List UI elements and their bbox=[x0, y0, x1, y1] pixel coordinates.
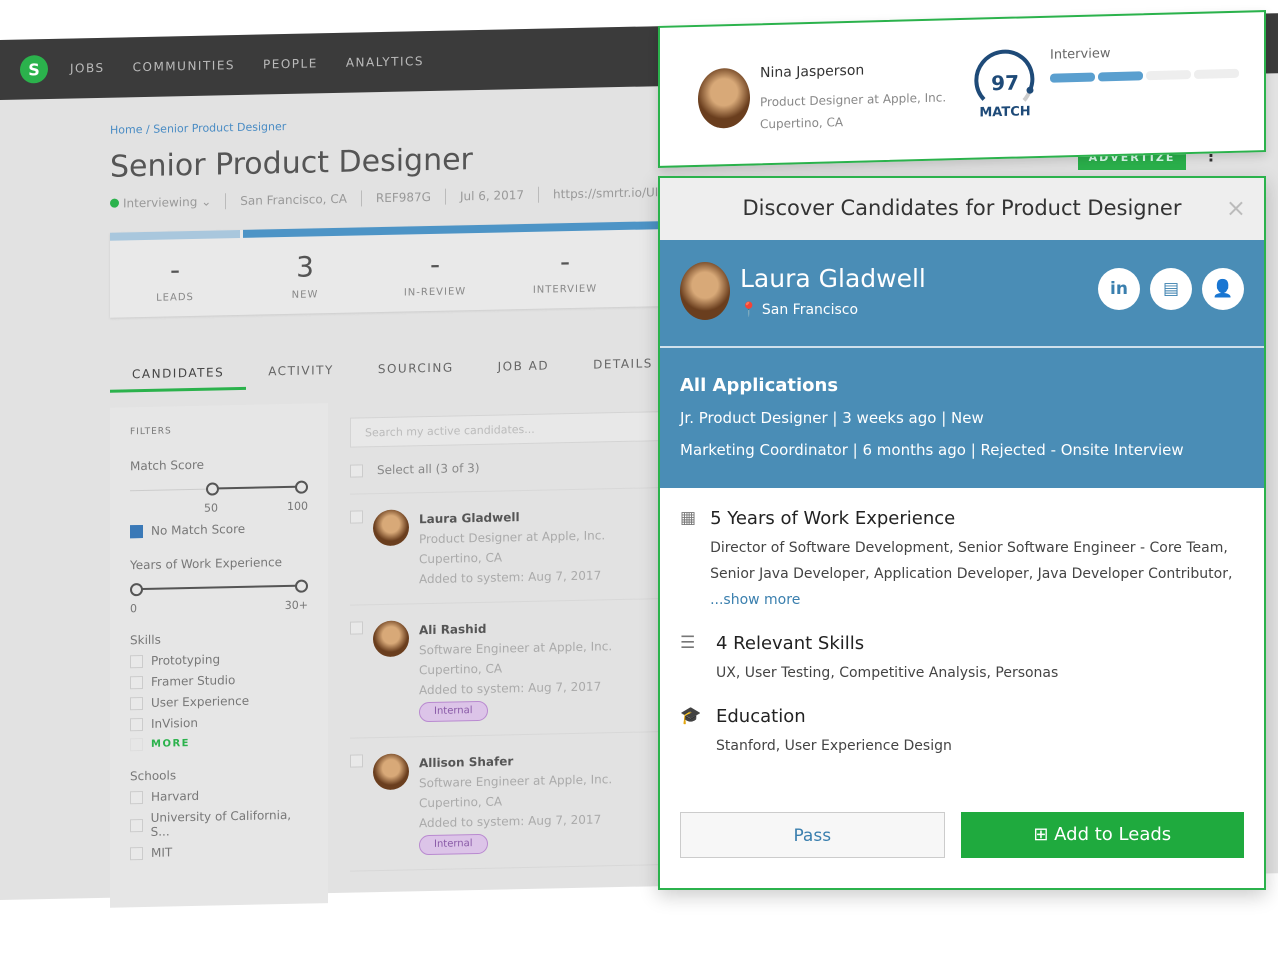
years-max: 30+ bbox=[284, 598, 308, 613]
job-location: San Francisco, CA bbox=[240, 191, 347, 208]
pipeline: - LEADS 3 NEW - IN-REVIEW - INTERVIEW bbox=[110, 220, 670, 318]
stage-label: Interview bbox=[1050, 46, 1111, 63]
resume-document-icon[interactable]: ▤ bbox=[1150, 268, 1192, 310]
job-ref: REF987G bbox=[375, 189, 431, 206]
location-pin-icon: 📍 bbox=[740, 302, 758, 318]
job-url[interactable]: https://smrtr.io/UIO bbox=[553, 185, 668, 201]
profile-location: San Francisco bbox=[761, 302, 859, 318]
skill-checkbox[interactable]: User Experience bbox=[130, 693, 308, 711]
status-label: Interviewing bbox=[123, 194, 198, 211]
stage-interview[interactable]: - INTERVIEW bbox=[500, 230, 630, 297]
profile-user-icon[interactable]: 👤 bbox=[1202, 268, 1244, 310]
breadcrumb-current[interactable]: Senior Product Designer bbox=[153, 120, 286, 136]
discover-candidates-modal: Discover Candidates for Product Designer… bbox=[658, 176, 1266, 890]
skills-label: Skills bbox=[130, 632, 161, 648]
add-to-leads-button[interactable]: ⊞ Add to Leads bbox=[960, 812, 1244, 858]
years-slider[interactable] bbox=[130, 579, 308, 599]
page-title: Senior Product Designer bbox=[110, 142, 473, 185]
chevron-down-icon: ⌄ bbox=[201, 194, 212, 209]
tab-job-ad[interactable]: JOB AD bbox=[476, 358, 571, 385]
stage-in-review[interactable]: - IN-REVIEW bbox=[370, 233, 500, 300]
experience-section: ▦ 5 Years of Work Experience Director of S… bbox=[660, 488, 1264, 613]
school-checkbox[interactable]: University of California, S... bbox=[130, 808, 308, 840]
list-item[interactable]: Allison Shafer Software Engineer at Apple… bbox=[350, 732, 660, 872]
filters-panel: FILTERS Match Score 50 100 No Match Score… bbox=[110, 403, 328, 908]
match-label: MATCH bbox=[979, 104, 1031, 121]
stage-new[interactable]: 3 NEW bbox=[240, 235, 370, 302]
skills-section: ☰ 4 Relevant Skills UX, User Testing, Comp… bbox=[660, 613, 1264, 686]
years-label: Years of Work Experience bbox=[130, 555, 282, 573]
avatar bbox=[698, 67, 750, 129]
building-icon: ▦ bbox=[680, 508, 697, 528]
linkedin-icon[interactable]: in bbox=[1098, 268, 1140, 310]
card-name: Nina Jasperson bbox=[760, 62, 865, 82]
nav-people[interactable]: PEOPLE bbox=[263, 56, 318, 71]
list-icon: ☰ bbox=[680, 633, 696, 653]
job-meta: Interviewing ⌄ San Francisco, CA REF987G… bbox=[110, 184, 668, 212]
job-date: Jul 6, 2017 bbox=[459, 188, 525, 204]
profile-name: Laura Gladwell bbox=[740, 264, 926, 293]
profile-header: Laura Gladwell 📍 San Francisco in ▤ 👤 bbox=[660, 240, 1264, 348]
skill-checkbox[interactable]: Prototyping bbox=[130, 651, 308, 669]
breadcrumb-home[interactable]: Home bbox=[110, 123, 142, 137]
match-score-slider[interactable] bbox=[130, 480, 308, 500]
skill-checkbox[interactable]: Framer Studio bbox=[130, 672, 308, 690]
avatar bbox=[373, 753, 409, 791]
nav-communities[interactable]: COMMUNITIES bbox=[133, 58, 235, 74]
match-score: 97 bbox=[991, 70, 1019, 96]
no-match-checkbox[interactable]: No Match Score bbox=[130, 521, 308, 539]
nav-jobs[interactable]: JOBS bbox=[70, 61, 105, 76]
add-briefcase-icon: ⊞ bbox=[1033, 824, 1049, 845]
logo[interactable]: S bbox=[20, 54, 48, 84]
internal-badge: Internal bbox=[419, 700, 488, 723]
nav-analytics[interactable]: ANALYTICS bbox=[346, 54, 424, 70]
candidate-list: Search my active candidates... Select al… bbox=[350, 411, 660, 872]
filters-heading: FILTERS bbox=[130, 426, 172, 438]
show-more-link[interactable]: ...show more bbox=[710, 592, 800, 608]
apps-heading: All Applications bbox=[680, 375, 839, 396]
tab-sourcing[interactable]: SOURCING bbox=[356, 360, 476, 388]
schools-label: Schools bbox=[130, 768, 177, 784]
stage-leads[interactable]: - LEADS bbox=[110, 238, 240, 305]
skill-checkbox[interactable]: InVision bbox=[130, 714, 308, 732]
tab-candidates[interactable]: CANDIDATES bbox=[110, 364, 247, 393]
skills-more[interactable]: MORE bbox=[130, 735, 308, 752]
modal-title: Discover Candidates for Product Designer bbox=[742, 196, 1182, 220]
match-max: 100 bbox=[287, 499, 308, 513]
school-checkbox[interactable]: Harvard bbox=[130, 787, 308, 805]
application-row[interactable]: Marketing Coordinator | 6 months ago | R… bbox=[680, 434, 1244, 466]
card-location: Cupertino, CA bbox=[760, 115, 844, 132]
avatar bbox=[680, 262, 730, 320]
candidate-card[interactable]: Nina Jasperson Product Designer at Apple… bbox=[658, 10, 1266, 168]
match-min: 50 bbox=[204, 501, 218, 515]
graduation-cap-icon: 🎓 bbox=[680, 706, 702, 726]
list-item[interactable]: Laura Gladwell Product Designer at Apple,… bbox=[350, 488, 660, 606]
all-applications: All Applications Jr. Product Designer | … bbox=[660, 348, 1264, 488]
avatar bbox=[373, 620, 409, 658]
list-item[interactable]: Ali Rashid Software Engineer at Apple, In… bbox=[350, 599, 660, 739]
breadcrumb-sep: / bbox=[145, 122, 150, 136]
pass-button[interactable]: Pass bbox=[680, 812, 945, 858]
select-all-checkbox[interactable]: Select all (3 of 3) bbox=[350, 441, 660, 495]
stage-progress bbox=[1050, 68, 1239, 83]
avatar bbox=[373, 509, 409, 547]
school-checkbox[interactable]: MIT bbox=[130, 843, 308, 861]
breadcrumb: Home / Senior Product Designer bbox=[110, 120, 286, 137]
years-min: 0 bbox=[130, 602, 137, 616]
internal-badge: Internal bbox=[419, 833, 488, 856]
match-score-label: Match Score bbox=[130, 457, 205, 474]
education-section: 🎓 Education Stanford, User Experience Desi… bbox=[660, 686, 1264, 759]
tabs: CANDIDATES ACTIVITY SOURCING JOB AD DETA… bbox=[110, 356, 675, 393]
tab-activity[interactable]: ACTIVITY bbox=[246, 363, 356, 390]
status-dot bbox=[110, 198, 119, 208]
close-icon[interactable]: × bbox=[1226, 178, 1246, 238]
status-dropdown[interactable]: Interviewing ⌄ bbox=[110, 195, 211, 211]
application-row[interactable]: Jr. Product Designer | 3 weeks ago | New bbox=[680, 402, 1244, 434]
